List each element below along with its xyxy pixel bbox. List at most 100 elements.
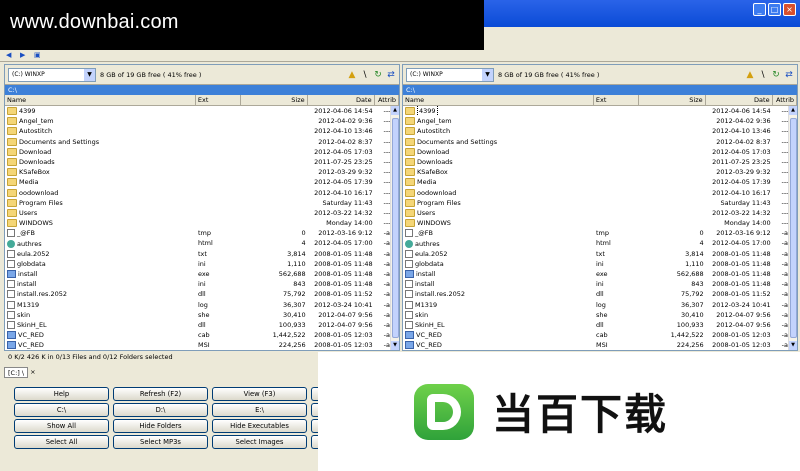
root-icon[interactable]: \ bbox=[360, 70, 370, 80]
file-row[interactable]: globdataini1,1102008-01-05 11:48-a--- bbox=[5, 259, 399, 269]
col-date[interactable]: Date bbox=[308, 95, 375, 105]
file-row[interactable]: VC_REDcab1,442,5222008-01-05 12:03-a--- bbox=[5, 330, 399, 340]
action-button[interactable]: Help bbox=[14, 387, 109, 401]
maximize-button[interactable]: □ bbox=[768, 3, 781, 16]
file-row[interactable]: SkinH_ELdll100,9332012-04-07 9:56-a--- bbox=[403, 320, 797, 330]
file-row[interactable]: KSafeBox2012-03-29 9:32----d bbox=[403, 167, 797, 177]
file-row[interactable]: Downloads2011-07-25 23:25----d bbox=[403, 157, 797, 167]
file-row[interactable]: skinshe30,4102012-04-07 9:56-a--- bbox=[5, 310, 399, 320]
action-button[interactable]: Select Images bbox=[212, 435, 307, 449]
drive-tab-c[interactable]: [C:] \ bbox=[4, 366, 29, 378]
file-row[interactable]: installexe562,6882008-01-05 11:48-a--- bbox=[403, 269, 797, 279]
chevron-down-icon[interactable]: ▼ bbox=[84, 68, 95, 81]
file-row[interactable]: installini8432008-01-05 11:48-a--- bbox=[5, 279, 399, 289]
action-button[interactable]: C:\ bbox=[14, 403, 109, 417]
file-row[interactable]: VC_REDMSI224,2562008-01-05 12:03-a--- bbox=[5, 340, 399, 350]
file-row[interactable]: _@FBtmp02012-03-16 9:12-a--- bbox=[5, 228, 399, 238]
file-row[interactable]: authreshtml42012-04-05 17:00-a--- bbox=[403, 238, 797, 248]
file-row[interactable]: Documents and Settings2012-04-02 8:37---… bbox=[403, 137, 797, 147]
file-row[interactable]: VC_REDMSI224,2562008-01-05 12:03-a--- bbox=[403, 340, 797, 350]
action-button[interactable]: Select MP3s bbox=[113, 435, 208, 449]
file-row[interactable]: authreshtml42012-04-05 17:00-a--- bbox=[5, 238, 399, 248]
scroll-down-icon[interactable]: ▼ bbox=[789, 341, 797, 350]
file-row[interactable]: M1319log36,3072012-03-24 10:41-a--- bbox=[403, 300, 797, 310]
file-row[interactable]: 43992012-04-06 14:54----d bbox=[403, 106, 797, 117]
col-size[interactable]: Size bbox=[639, 95, 706, 105]
col-ext[interactable]: Ext bbox=[594, 95, 639, 105]
back-icon[interactable]: ◀ bbox=[6, 51, 16, 60]
file-row[interactable]: KSafeBox2012-03-29 9:32----d bbox=[5, 167, 399, 177]
file-row[interactable]: Downloads2011-07-25 23:25----d bbox=[5, 157, 399, 167]
file-row[interactable]: oodownload2012-04-10 16:17----d bbox=[5, 188, 399, 198]
file-row[interactable]: Angel_tem2012-04-02 9:36----d bbox=[5, 116, 399, 126]
file-row[interactable]: _@FBtmp02012-03-16 9:12-a--- bbox=[403, 228, 797, 238]
file-row[interactable]: Users2012-03-22 14:32----d bbox=[5, 208, 399, 218]
minimize-button[interactable]: _ bbox=[753, 3, 766, 16]
file-row[interactable]: installini8432008-01-05 11:48-a--- bbox=[403, 279, 797, 289]
col-attrib[interactable]: Attrib bbox=[375, 95, 400, 105]
col-name[interactable]: Name bbox=[5, 95, 196, 105]
scroll-up-icon[interactable]: ▲ bbox=[391, 106, 399, 115]
refresh-icon[interactable]: ↻ bbox=[373, 70, 383, 80]
file-row[interactable]: Documents and Settings2012-04-02 8:37---… bbox=[5, 137, 399, 147]
col-name[interactable]: Name bbox=[403, 95, 594, 105]
action-button[interactable]: D:\ bbox=[113, 403, 208, 417]
file-row[interactable]: Media2012-04-05 17:39----d bbox=[403, 177, 797, 187]
path-bar[interactable]: C:\ bbox=[5, 85, 399, 95]
folder-up-icon[interactable]: ▲ bbox=[745, 70, 755, 80]
sync-icon[interactable]: ⇄ bbox=[784, 70, 794, 80]
file-row[interactable]: Autostitch2012-04-10 13:46----d bbox=[5, 126, 399, 136]
action-button[interactable]: E:\ bbox=[212, 403, 307, 417]
file-row[interactable]: Download2012-04-05 17:03----d bbox=[5, 147, 399, 157]
root-icon[interactable]: \ bbox=[758, 70, 768, 80]
file-row[interactable]: Users2012-03-22 14:32----d bbox=[403, 208, 797, 218]
scroll-thumb[interactable] bbox=[392, 118, 399, 338]
file-row[interactable]: globdataini1,1102008-01-05 11:48-a--- bbox=[403, 259, 797, 269]
folder-up-icon[interactable]: ▲ bbox=[347, 70, 357, 80]
action-button[interactable]: Hide Executables bbox=[212, 419, 307, 433]
file-row[interactable]: VC_REDcab1,442,5222008-01-05 12:03-a--- bbox=[403, 330, 797, 340]
file-row[interactable]: installexe562,6882008-01-05 11:48-a--- bbox=[5, 269, 399, 279]
file-row[interactable]: Angel_tem2012-04-02 9:36----d bbox=[403, 116, 797, 126]
scroll-thumb[interactable] bbox=[790, 118, 797, 338]
file-row[interactable]: eula.2052txt3,8142008-01-05 11:48-a--- bbox=[403, 249, 797, 259]
close-button[interactable]: × bbox=[783, 3, 796, 16]
action-button[interactable]: Hide Folders bbox=[113, 419, 208, 433]
file-row[interactable]: Program FilesSaturday 11:43----d bbox=[5, 198, 399, 208]
close-tab-icon[interactable]: × bbox=[30, 368, 35, 376]
file-row[interactable]: 43992012-04-06 14:54----d bbox=[5, 106, 399, 116]
scroll-down-icon[interactable]: ▼ bbox=[391, 341, 399, 350]
col-size[interactable]: Size bbox=[241, 95, 308, 105]
chevron-down-icon[interactable]: ▼ bbox=[482, 68, 493, 81]
sync-icon[interactable]: ⇄ bbox=[386, 70, 396, 80]
file-row[interactable]: Program FilesSaturday 11:43----d bbox=[403, 198, 797, 208]
action-button[interactable]: Refresh (F2) bbox=[113, 387, 208, 401]
action-button[interactable]: View (F3) bbox=[212, 387, 307, 401]
file-row[interactable]: Autostitch2012-04-10 13:46----d bbox=[403, 126, 797, 136]
file-row[interactable]: WINDOWSMonday 14:00----d bbox=[5, 218, 399, 228]
forward-icon[interactable]: ▶ bbox=[20, 51, 30, 60]
file-row[interactable]: SkinH_ELdll100,9332012-04-07 9:56-a--- bbox=[5, 320, 399, 330]
path-bar[interactable]: C:\ bbox=[403, 85, 797, 95]
file-row[interactable]: skinshe30,4102012-04-07 9:56-a--- bbox=[403, 310, 797, 320]
action-button[interactable]: Select All bbox=[14, 435, 109, 449]
folder-icon[interactable]: ▣ bbox=[34, 51, 44, 60]
file-row[interactable]: install.res.2052 dll 75,792 2008-01-05 11:5… bbox=[403, 289, 797, 299]
col-attrib[interactable]: Attrib bbox=[773, 95, 798, 105]
file-row[interactable]: eula.2052txt3,8142008-01-05 11:48-a--- bbox=[5, 249, 399, 259]
action-button[interactable]: Show All bbox=[14, 419, 109, 433]
file-row[interactable]: WINDOWSMonday 14:00----d bbox=[403, 218, 797, 228]
drive-select[interactable]: (C:) WINXP ▼ bbox=[406, 67, 494, 82]
vertical-scrollbar[interactable]: ▲ ▼ bbox=[788, 106, 797, 350]
vertical-scrollbar[interactable]: ▲ ▼ bbox=[390, 106, 399, 350]
file-row[interactable]: install.res.2052 dll 75,792 2008-01-05 11:5… bbox=[5, 289, 399, 299]
refresh-icon[interactable]: ↻ bbox=[771, 70, 781, 80]
file-row[interactable]: M1319log36,3072012-03-24 10:41-a--- bbox=[5, 300, 399, 310]
col-date[interactable]: Date bbox=[706, 95, 773, 105]
file-row[interactable]: Media2012-04-05 17:39----d bbox=[5, 177, 399, 187]
scroll-up-icon[interactable]: ▲ bbox=[789, 106, 797, 115]
file-row[interactable]: Download2012-04-05 17:03----d bbox=[403, 147, 797, 157]
file-row[interactable]: oodownload2012-04-10 16:17----d bbox=[403, 188, 797, 198]
drive-select[interactable]: (C:) WINXP ▼ bbox=[8, 67, 96, 82]
col-ext[interactable]: Ext bbox=[196, 95, 241, 105]
